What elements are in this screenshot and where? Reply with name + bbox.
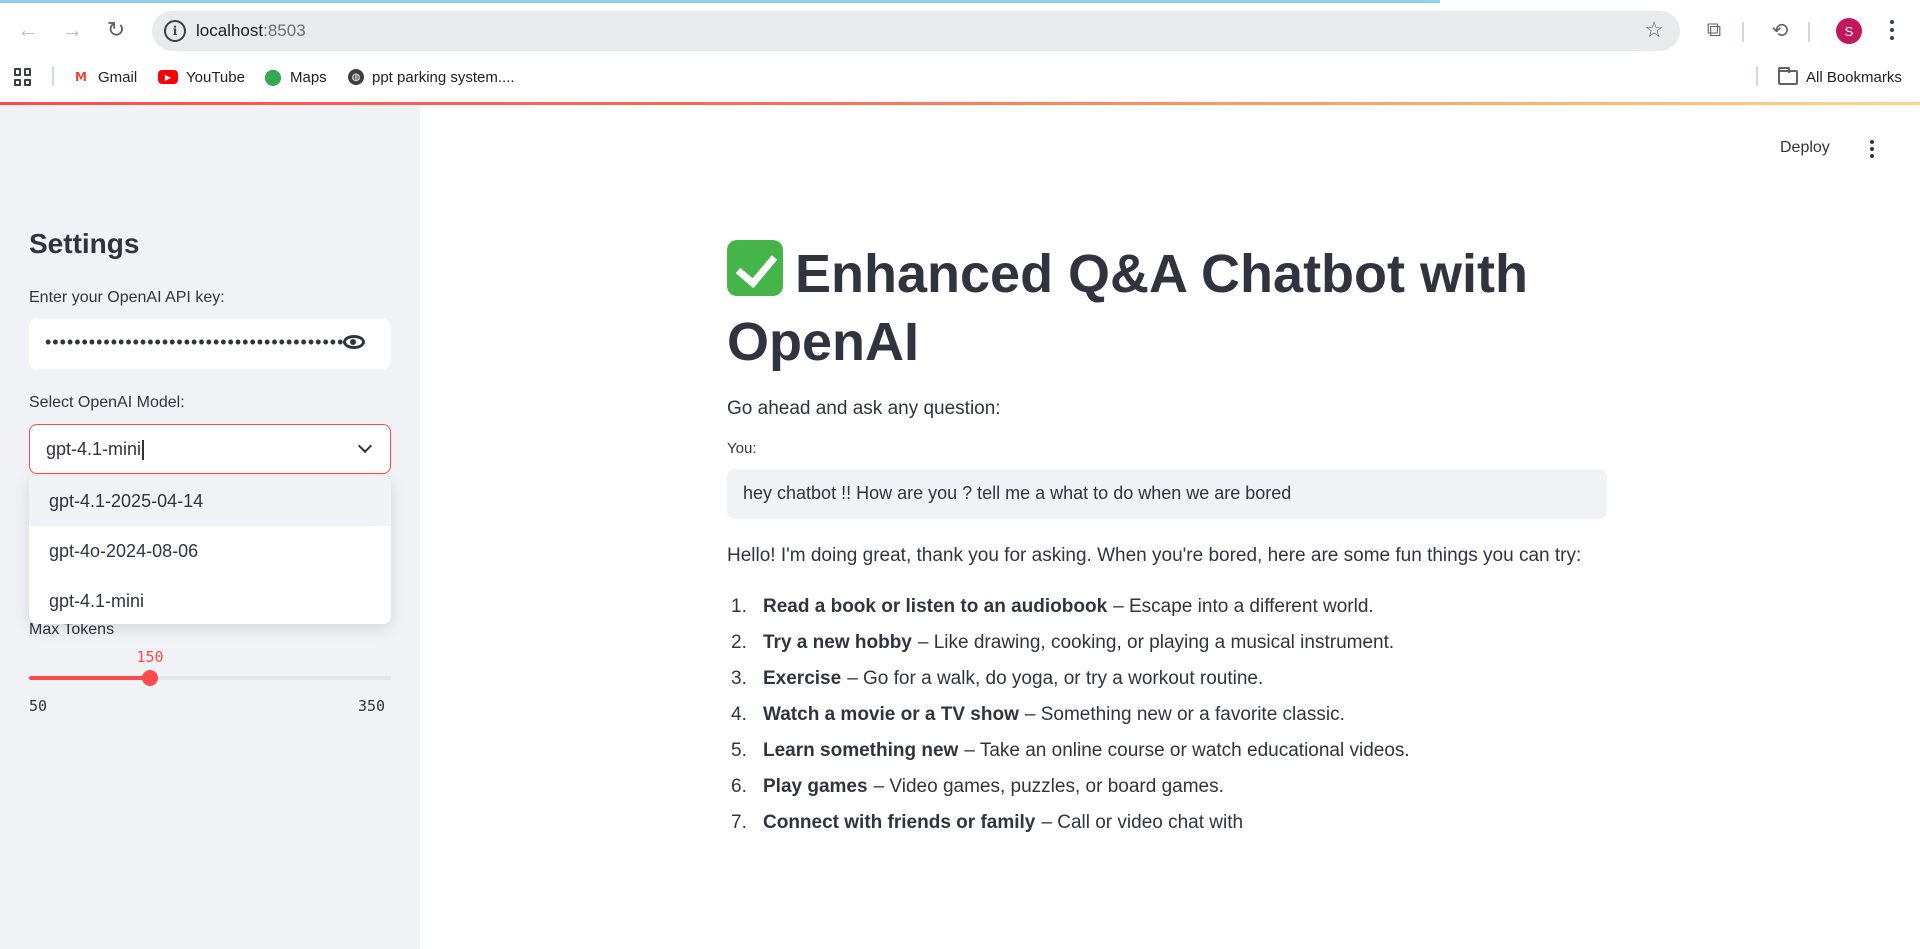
deploy-button[interactable]: Deploy xyxy=(1774,135,1836,161)
forward-icon[interactable]: → xyxy=(56,14,88,46)
bookmark-maps[interactable]: ⬤ Maps xyxy=(264,66,327,88)
page-title: Enhanced Q&A Chatbot with OpenAI xyxy=(727,240,1607,376)
folder-icon xyxy=(1778,66,1798,85)
globe-icon: ◍ xyxy=(348,69,364,85)
extensions-icon[interactable]: ⧉ xyxy=(1698,14,1730,46)
model-option[interactable]: gpt-4o-2024-08-06 xyxy=(29,526,391,576)
gmail-icon: M xyxy=(75,70,87,84)
maps-icon: ⬤ xyxy=(264,69,282,86)
api-key-value: ••••••••••••••••••••••••••••••••••••••••… xyxy=(45,332,345,352)
tab-loading-line xyxy=(0,0,1440,3)
app-menu-icon[interactable] xyxy=(1862,137,1882,161)
bookmark-ppt-parking[interactable]: ◍ ppt parking system.... xyxy=(348,66,515,88)
list-item: 1. Read a book or listen to an audiobook –… xyxy=(731,596,1374,617)
reload-icon[interactable]: ↻ xyxy=(100,14,132,46)
model-option[interactable]: gpt-4.1-mini xyxy=(29,576,391,624)
list-item: 6. Play games – Video games, puzzles, or b… xyxy=(731,776,1224,797)
list-item: 2. Try a new hobby – Like drawing, cooking… xyxy=(731,632,1395,653)
model-dropdown-menu: gpt-4.1-2025-04-14 gpt-4o-2024-08-06 gpt… xyxy=(29,476,391,624)
bookmarks-divider xyxy=(52,66,54,86)
model-option[interactable]: gpt-4.1-2025-04-14 xyxy=(29,476,391,526)
all-bookmarks-label: All Bookmarks xyxy=(1806,68,1902,86)
answer-intro: Hello! I'm doing great, thank you for as… xyxy=(727,545,1582,566)
slider-max-label: 350 xyxy=(358,697,386,715)
bookmark-label: ppt parking system.... xyxy=(372,68,515,86)
user-input-label: You: xyxy=(727,440,757,457)
sidebar-title: Settings xyxy=(29,228,140,259)
apps-grid-icon[interactable] xyxy=(14,68,32,86)
answer-list: 1. Read a book or listen to an audiobook –… xyxy=(727,589,1607,841)
check-mark-icon xyxy=(727,240,783,296)
slider-fill xyxy=(29,676,150,680)
max-tokens-slider[interactable]: 150 xyxy=(29,648,391,686)
toolbar-divider xyxy=(1742,22,1744,42)
toolbar-divider xyxy=(1808,22,1810,42)
model-select[interactable]: gpt-4.1-mini xyxy=(29,424,391,474)
chevron-down-icon[interactable] xyxy=(357,438,373,454)
youtube-icon: ▶ xyxy=(158,70,178,84)
main-content: Enhanced Q&A Chatbot with OpenAI Go ahea… xyxy=(727,240,1607,841)
bookmark-youtube[interactable]: ▶ YouTube xyxy=(158,66,245,88)
api-key-label: Enter your OpenAI API key: xyxy=(29,289,225,306)
slider-min-label: 50 xyxy=(29,697,48,715)
bookmarks-bar: M Gmail ▶ YouTube ⬤ Maps ◍ ppt parking s… xyxy=(0,62,1920,90)
bookmark-star-icon[interactable]: ☆ xyxy=(1644,17,1664,43)
list-item: 7. Connect with friends or family – Call o… xyxy=(731,812,1244,833)
bookmark-label: YouTube xyxy=(186,68,245,86)
site-info-icon[interactable]: i xyxy=(164,20,186,42)
bookmark-gmail[interactable]: M Gmail xyxy=(72,66,137,88)
list-item: 5. Learn something new – Take an online co… xyxy=(731,740,1410,761)
page-subtitle: Go ahead and ask any question: xyxy=(727,398,1001,419)
model-select-value: gpt-4.1-mini xyxy=(46,439,145,461)
url-text[interactable]: localhost:8503 xyxy=(196,21,306,41)
address-bar[interactable]: i localhost:8503 ☆ xyxy=(152,11,1680,51)
list-item: 4. Watch a movie or a TV show – Something … xyxy=(731,704,1345,725)
bookmark-label: Maps xyxy=(290,68,327,86)
slider-thumb[interactable] xyxy=(142,670,158,686)
bookmark-label: Gmail xyxy=(98,68,138,86)
list-item: 3. Exercise – Go for a walk, do yoga, or t… xyxy=(731,668,1264,689)
back-icon[interactable]: ← xyxy=(12,14,44,46)
all-bookmarks-button[interactable]: All Bookmarks xyxy=(1778,66,1902,88)
history-icon[interactable]: ⟲ xyxy=(1764,14,1796,46)
browser-menu-icon[interactable] xyxy=(1882,14,1902,46)
bookmarks-divider xyxy=(1756,66,1758,86)
browser-chrome: ← → ↻ i localhost:8503 ☆ ⧉ ⟲ S M Gmail ▶… xyxy=(0,0,1920,104)
show-password-eye-icon[interactable] xyxy=(343,335,365,349)
profile-avatar[interactable]: S xyxy=(1836,18,1862,44)
user-question-input[interactable]: hey chatbot !! How are you ? tell me a w… xyxy=(727,469,1607,519)
model-label: Select OpenAI Model: xyxy=(29,394,185,411)
api-key-input[interactable]: ••••••••••••••••••••••••••••••••••••••••… xyxy=(29,319,391,369)
slider-value: 150 xyxy=(136,648,164,666)
